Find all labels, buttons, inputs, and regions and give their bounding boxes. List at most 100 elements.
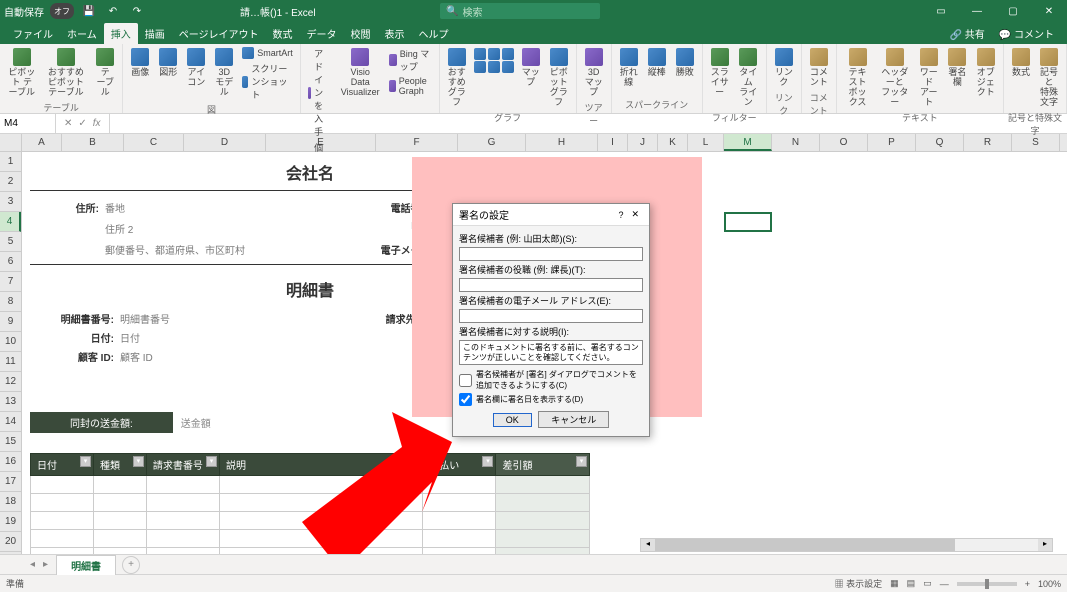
cancel-formula-icon[interactable]: ✕ — [64, 118, 72, 129]
comment-button[interactable]: コメント — [806, 46, 832, 90]
row-header[interactable]: 15 — [0, 432, 21, 452]
row-header[interactable]: 17 — [0, 472, 21, 492]
filter-icon[interactable]: ▾ — [482, 456, 493, 467]
row-header[interactable]: 9 — [0, 312, 21, 332]
allow-comments-checkbox[interactable]: 署名候補者が [署名] ダイアログでコメントを追加できるようにする(C) — [459, 368, 643, 392]
zoom-out-icon[interactable]: — — [940, 579, 949, 589]
row-header[interactable]: 13 — [0, 392, 21, 412]
symbol-button[interactable]: 記号と 特殊文字 — [1036, 46, 1062, 110]
column-header[interactable]: C — [124, 134, 184, 151]
th-pay[interactable]: 支払い▾ — [423, 454, 496, 476]
images-button[interactable]: 画像 — [127, 46, 153, 80]
get-addins-button[interactable]: アドインを入手 — [305, 46, 335, 139]
th-type[interactable]: 種類▾ — [94, 454, 147, 476]
table-button[interactable]: テーブル — [92, 46, 118, 100]
tab-home[interactable]: ホーム — [60, 23, 104, 44]
recommended-pivot-button[interactable]: おすすめ ピボットテーブル — [41, 46, 90, 100]
view-layout-icon[interactable]: ▤ — [907, 578, 916, 589]
column-header[interactable]: R — [964, 134, 1012, 151]
row-header[interactable]: 1 — [0, 152, 21, 172]
save-icon[interactable]: 💾 — [80, 3, 98, 19]
tab-view[interactable]: 表示 — [378, 23, 412, 44]
search-box[interactable]: 🔍 検索 — [440, 3, 600, 19]
tab-layout[interactable]: ページレイアウト — [172, 23, 266, 44]
table-row[interactable] — [31, 512, 590, 530]
wordart-button[interactable]: ワード アート — [915, 46, 942, 110]
row-header[interactable]: 5 — [0, 232, 21, 252]
row-header[interactable]: 14 — [0, 412, 21, 432]
textbox-button[interactable]: テキスト ボックス — [841, 46, 875, 110]
sheet[interactable]: 会社名 住所:番地 電話番号:電話番号 住所 2 FAX:FAX 番号 郵便番号… — [22, 152, 1067, 554]
filter-icon[interactable]: ▾ — [409, 456, 420, 467]
signer-instructions-text[interactable]: このドキュメントに署名する前に、署名するコンテンツが正しいことを確認してください… — [459, 340, 643, 365]
chart-type-icon[interactable] — [474, 61, 486, 73]
object-button[interactable]: オブジェクト — [972, 46, 999, 100]
dialog-close-icon[interactable]: ✕ — [627, 209, 643, 220]
signature-line-button[interactable]: 署名欄 — [944, 46, 970, 90]
tab-file[interactable]: ファイル — [6, 23, 60, 44]
tab-nav-prev-icon[interactable]: ◂ — [30, 559, 35, 570]
tab-share[interactable]: 🔗 共有 — [943, 23, 992, 44]
table-row[interactable] — [31, 494, 590, 512]
table-row[interactable] — [31, 530, 590, 548]
scroll-right-icon[interactable]: ▸ — [1038, 539, 1052, 551]
icons-button[interactable]: アイ コン — [183, 46, 209, 90]
people-button[interactable]: People Graph — [386, 75, 435, 97]
th-diff[interactable]: 差引額▾ — [496, 454, 590, 476]
pivot-table-button[interactable]: ピボット テーブル — [4, 46, 39, 100]
row-header[interactable]: 20 — [0, 532, 21, 552]
column-header[interactable]: A — [22, 134, 62, 151]
column-header[interactable]: G — [458, 134, 526, 151]
fx-icon[interactable]: fx — [93, 118, 101, 129]
row-header[interactable]: 2 — [0, 172, 21, 192]
row-header[interactable]: 3 — [0, 192, 21, 212]
ribbon-display-icon[interactable]: ▭ — [923, 0, 959, 22]
zoom-in-icon[interactable]: + — [1025, 579, 1030, 589]
visio-button[interactable]: Visio Data Visualizer — [337, 46, 384, 100]
screenshot-button[interactable]: スクリーンショット — [239, 61, 296, 102]
signer-name-input[interactable] — [459, 247, 643, 261]
table-row[interactable] — [31, 476, 590, 494]
sparkline-line-button[interactable]: 折れ線 — [616, 46, 642, 90]
row-header[interactable]: 18 — [0, 492, 21, 512]
header-footer-button[interactable]: ヘッダーと フッター — [876, 46, 913, 110]
tab-review[interactable]: 校閲 — [344, 23, 378, 44]
table-row[interactable] — [31, 548, 590, 555]
pivotchart-button[interactable]: ピボットグラフ — [546, 46, 572, 110]
link-button[interactable]: リンク — [771, 46, 797, 90]
smartart-button[interactable]: SmartArt — [239, 46, 296, 60]
row-header[interactable]: 8 — [0, 292, 21, 312]
map3d-button[interactable]: 3D マップ — [581, 46, 607, 100]
enter-formula-icon[interactable]: ✓ — [78, 118, 86, 129]
column-header[interactable]: M — [724, 134, 772, 151]
cancel-button[interactable]: キャンセル — [538, 411, 609, 428]
row-header[interactable]: 10 — [0, 332, 21, 352]
column-header[interactable]: Q — [916, 134, 964, 151]
display-settings[interactable]: ▦ 表示設定 — [835, 577, 883, 590]
column-header[interactable]: K — [658, 134, 688, 151]
scroll-left-icon[interactable]: ◂ — [641, 539, 655, 551]
tab-comment[interactable]: 💬 コメント — [992, 23, 1061, 44]
undo-icon[interactable]: ↶ — [104, 3, 122, 19]
row-header[interactable]: 6 — [0, 252, 21, 272]
maximize-icon[interactable]: ▢ — [995, 0, 1031, 22]
chart-type-icon[interactable] — [474, 48, 486, 60]
signer-title-input[interactable] — [459, 278, 643, 292]
filter-icon[interactable]: ▾ — [80, 456, 91, 467]
sparkline-winloss-button[interactable]: 勝敗 — [672, 46, 698, 80]
column-header[interactable]: J — [628, 134, 658, 151]
column-header[interactable]: I — [598, 134, 628, 151]
filter-icon[interactable]: ▾ — [133, 456, 144, 467]
zoom-slider[interactable] — [957, 582, 1017, 586]
minimize-icon[interactable]: — — [959, 0, 995, 22]
filter-icon[interactable]: ▾ — [576, 456, 587, 467]
horizontal-scrollbar[interactable]: ◂ ▸ — [640, 538, 1053, 552]
rec-charts-button[interactable]: おすすめ グラフ — [444, 46, 470, 110]
filter-icon[interactable]: ▾ — [206, 456, 217, 467]
column-header[interactable]: H — [526, 134, 598, 151]
column-header[interactable]: F — [376, 134, 458, 151]
show-sign-date-checkbox[interactable]: 署名欄に署名日を表示する(D) — [459, 392, 643, 407]
close-icon[interactable]: ✕ — [1031, 0, 1067, 22]
row-header[interactable]: 12 — [0, 372, 21, 392]
shapes-button[interactable]: 図形 — [155, 46, 181, 80]
